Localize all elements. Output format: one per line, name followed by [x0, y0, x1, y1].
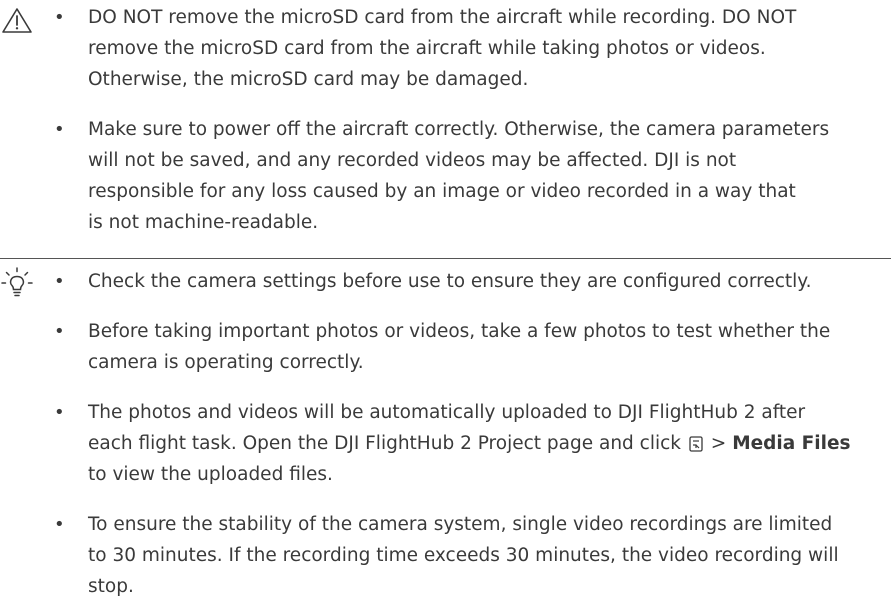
tip-item-3: • The photos and videos will be automati… — [0, 397, 868, 490]
media-files-label: Media Files — [732, 433, 851, 454]
bullet: • — [54, 321, 65, 342]
bullet: • — [54, 402, 65, 423]
tip-item-2: • Before taking important photos or vide… — [0, 316, 868, 378]
text-line: camera is operating correctly. — [88, 352, 364, 373]
text-line: responsible for any loss caused by an im… — [88, 181, 796, 202]
bullet: • — [54, 7, 65, 28]
warning-section: • DO NOT remove the microSD card from th… — [0, 2, 891, 238]
warning-item-2: • Make sure to power off the aircraft co… — [0, 114, 868, 238]
text-line: Make sure to power off the aircraft corr… — [88, 119, 830, 140]
text-line: to view the uploaded files. — [88, 464, 333, 485]
text-line: to 30 minutes. If the recording time exc… — [88, 545, 839, 566]
text-line: will not be saved, and any recorded vide… — [88, 150, 737, 171]
tips-section: • Check the camera settings before use t… — [0, 266, 891, 602]
tip-item-4: • To ensure the stability of the camera … — [0, 509, 868, 602]
bullet: • — [54, 119, 65, 140]
tip-item-1: • Check the camera settings before use t… — [0, 266, 868, 297]
text-line: each flight task. Open the DJI FlightHub… — [88, 428, 868, 459]
text-line: Otherwise, the microSD card may be damag… — [88, 69, 529, 90]
bullet: • — [54, 514, 65, 535]
text-line: stop. — [88, 576, 134, 597]
text-line: remove the microSD card from the aircraf… — [88, 38, 766, 59]
text-line: To ensure the stability of the camera sy… — [88, 514, 833, 535]
bullet: • — [54, 271, 65, 292]
text-line: DO NOT remove the microSD card from the … — [88, 7, 797, 28]
text-line: Check the camera settings before use to … — [88, 271, 812, 292]
text-segment: each flight task. Open the DJI FlightHub… — [88, 433, 682, 454]
text-line: The photos and videos will be automatica… — [88, 402, 806, 423]
text-line: is not machine-readable. — [88, 212, 319, 233]
greater-than-sign: > — [710, 433, 727, 454]
warning-item-1: • DO NOT remove the microSD card from th… — [0, 2, 868, 95]
section-divider — [0, 258, 891, 259]
media-files-icon — [689, 436, 703, 452]
text-line: Before taking important photos or videos… — [88, 321, 831, 342]
